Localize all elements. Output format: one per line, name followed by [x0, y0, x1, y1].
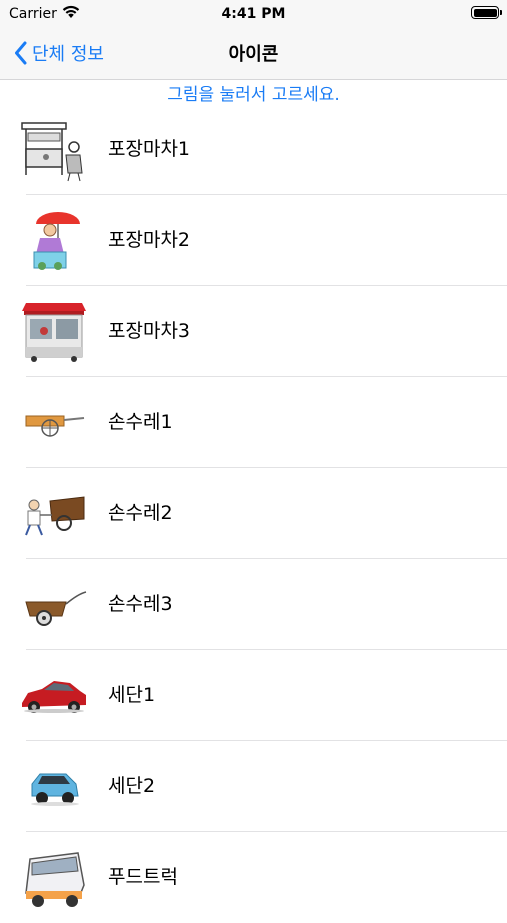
item-label: 포장마차1 — [108, 138, 191, 160]
navigation-bar: 단체 정보 아이콘 — [0, 28, 507, 80]
icon-list: 포장마차1 포장마차2 포장마차3 손수레1 손수레2 손수레3 세단1 세단2… — [0, 104, 507, 923]
item-label: 손수레1 — [108, 411, 173, 433]
list-item[interactable]: 푸드트럭 — [0, 832, 507, 923]
red-roof-kiosk-icon[interactable] — [20, 299, 88, 365]
red-sedan-icon[interactable] — [20, 663, 88, 729]
page-title: 아이콘 — [228, 44, 279, 65]
list-item[interactable]: 손수레2 — [0, 468, 507, 559]
item-label: 세단2 — [108, 775, 156, 797]
food-truck-icon[interactable] — [20, 845, 88, 911]
handcart-icon[interactable] — [20, 390, 88, 456]
list-item[interactable]: 세단1 — [0, 650, 507, 741]
list-item[interactable]: 손수레1 — [0, 377, 507, 468]
person-pulling-cart-icon[interactable] — [20, 481, 88, 547]
item-label: 포장마차2 — [108, 229, 191, 251]
instruction-text: 그림을 눌러서 고르세요. — [167, 85, 340, 105]
status-bar: Carrier 4:41 PM — [0, 0, 507, 28]
blue-compact-car-icon[interactable] — [20, 754, 88, 820]
item-label: 손수레3 — [108, 593, 173, 615]
list-item[interactable]: 손수레3 — [0, 559, 507, 650]
item-label: 푸드트럭 — [108, 866, 178, 888]
list-item[interactable]: 포장마차2 — [0, 195, 507, 286]
clock: 4:41 PM — [221, 6, 286, 22]
item-label: 손수레2 — [108, 502, 173, 524]
list-item[interactable]: 세단2 — [0, 741, 507, 832]
item-label: 세단1 — [108, 684, 156, 706]
battery-icon — [471, 6, 502, 19]
street-stall-sketch-icon[interactable] — [20, 117, 88, 183]
umbrella-vendor-icon[interactable] — [20, 208, 88, 274]
list-item[interactable]: 포장마차3 — [0, 286, 507, 377]
wooden-cart-icon[interactable] — [20, 572, 88, 638]
item-label: 포장마차3 — [108, 320, 191, 342]
list-item[interactable]: 포장마차1 — [0, 104, 507, 195]
